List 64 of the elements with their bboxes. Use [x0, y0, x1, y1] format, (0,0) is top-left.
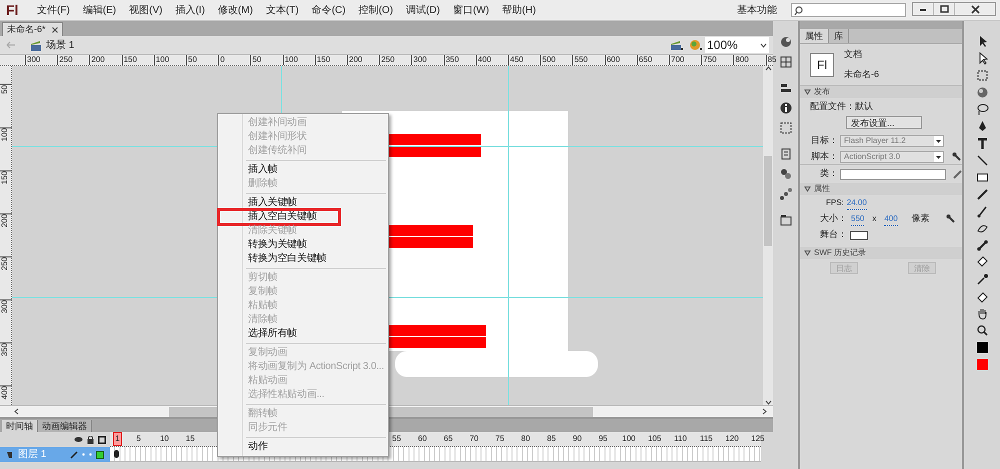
field-label: 大小： — [820, 212, 847, 226]
frame-number: 10 — [160, 434, 169, 444]
ruler-label: 100 — [0, 127, 12, 142]
frame-number: 95 — [598, 434, 608, 444]
times-sign: x — [872, 213, 876, 225]
ruler-label: 450 — [508, 55, 524, 65]
frame-number: 75 — [495, 434, 504, 444]
frame-number: 85 — [546, 434, 556, 444]
app-logo: Fl — [6, 0, 20, 20]
ruler-label: 250 — [57, 55, 73, 65]
frame-number: 120 — [725, 434, 739, 444]
ruler-label: 250 — [0, 256, 12, 270]
ruler-label: 50 — [0, 84, 12, 94]
ruler-label: 0 — [218, 55, 225, 65]
ruler-label: 350 — [444, 55, 459, 65]
frame-number: 125 — [751, 434, 764, 444]
ruler-label: 200 — [0, 213, 12, 228]
ruler-label: 350 — [0, 342, 12, 356]
ruler-label: 200 — [89, 55, 105, 65]
ruler-label: 650 — [636, 55, 652, 65]
ruler-label: 50 — [250, 55, 262, 65]
ruler-label: 700 — [669, 55, 684, 65]
frame-number: 90 — [572, 434, 582, 444]
frame-number: 65 — [444, 434, 453, 444]
field-label: 类： — [819, 167, 838, 180]
ruler-label: 100 — [282, 55, 298, 65]
frame-number: 60 — [418, 434, 427, 444]
document-logo: Fl — [810, 52, 834, 76]
field-label: 舞台： — [820, 228, 847, 242]
ruler-label: 200 — [347, 55, 362, 65]
field-label: 脚本： — [810, 150, 838, 163]
ruler-label: 800 — [733, 55, 749, 65]
ruler-label: 500 — [540, 55, 556, 65]
field-label: 配置文件： — [810, 100, 855, 114]
field-label: 目标： — [810, 134, 838, 148]
ruler-label: 400 — [476, 55, 492, 65]
ruler-label: 250 — [379, 55, 395, 65]
ruler-label: 150 — [0, 170, 12, 184]
ruler-label: 550 — [572, 55, 588, 65]
ruler-label: 300 — [411, 55, 427, 65]
frame-number: 70 — [470, 434, 478, 444]
field-label: FPS: — [826, 197, 844, 209]
frame-number: 110 — [674, 434, 687, 444]
frame-number: 1 — [115, 433, 120, 445]
ruler-label: 400 — [0, 385, 12, 400]
ruler-label: 600 — [604, 55, 620, 65]
ruler-label: 300 — [0, 299, 12, 314]
ruler-label: 50 — [186, 55, 197, 65]
document-name: 未命名-6 — [844, 68, 880, 80]
frame-number: 115 — [700, 434, 713, 444]
unit-label: 像素 — [912, 212, 930, 226]
ruler-label: 750 — [701, 55, 717, 65]
frame-number: 15 — [186, 434, 195, 444]
frame-number: 100 — [622, 434, 636, 444]
frame-number: 80 — [521, 434, 530, 444]
frame-number: 5 — [136, 434, 141, 444]
ruler-label: 150 — [122, 55, 137, 65]
ruler-label: 150 — [314, 55, 330, 65]
ruler-label: 300 — [25, 55, 40, 65]
document-type: 文档 — [844, 48, 863, 61]
field-value: 默认 — [855, 100, 873, 114]
frame-number: 105 — [648, 434, 662, 444]
ruler-label: 100 — [154, 55, 170, 65]
frame-number: 55 — [392, 434, 402, 444]
